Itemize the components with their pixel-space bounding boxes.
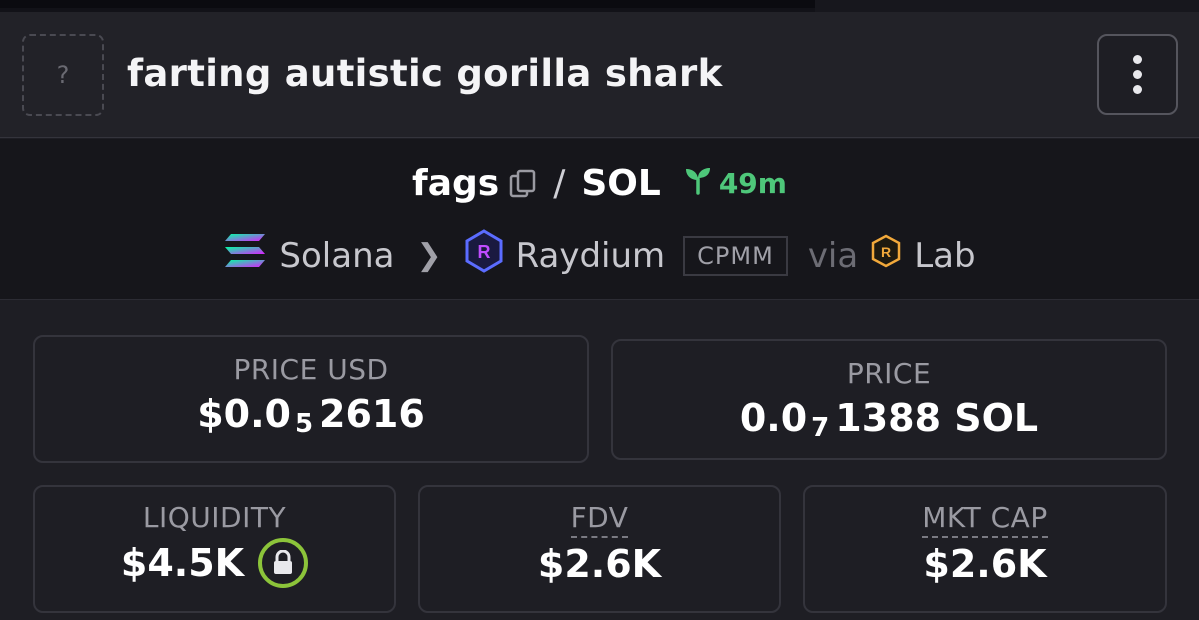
price-usd-card: PRICE USD $0.0 5 2616 [33, 335, 589, 463]
chain-name[interactable]: Solana [279, 236, 394, 276]
price-usd-digits: 2616 [319, 392, 425, 436]
liquidity-label: LIQUIDITY [142, 501, 287, 534]
pool-type-badge: CPMM [683, 235, 788, 276]
more-options-button[interactable] [1097, 34, 1178, 115]
token-avatar-placeholder[interactable]: ? [22, 34, 104, 116]
price-usd-prefix: $0.0 [197, 392, 291, 436]
pair-separator: / [553, 163, 566, 204]
copy-icon[interactable] [509, 168, 537, 200]
mkt-cap-value: $2.6K [923, 542, 1047, 586]
pair-info: fags / SOL 49m Solana ❯ R Raydium CPMM v… [0, 139, 1199, 300]
top-edge-dark-segment [0, 0, 815, 8]
avatar-placeholder-text: ? [56, 61, 70, 89]
pair-age-text: 49m [718, 167, 787, 200]
liquidity-value: $4.5K [120, 541, 245, 585]
price-native-value: 0.0 7 1388 SOL [613, 396, 1165, 443]
svg-text:R: R [477, 242, 490, 262]
via-label: via [807, 235, 859, 276]
chain-line: Solana ❯ R Raydium CPMM via R Lab [0, 229, 1199, 282]
token-name: farting autistic gorilla shark [127, 52, 723, 95]
mkt-cap-label-wrap[interactable]: MKT CAP [805, 501, 1165, 538]
chevron-right-icon: ❯ [416, 238, 442, 273]
fdv-label: FDV [570, 501, 629, 538]
price-usd-zero-count: 5 [294, 409, 314, 439]
sprout-icon [683, 165, 713, 202]
price-usd-value: $0.0 5 2616 [35, 392, 587, 439]
quote-symbol: SOL [581, 163, 661, 204]
price-native-digits: 1388 SOL [835, 396, 1039, 440]
fdv-label-wrap[interactable]: FDV [420, 501, 779, 538]
price-usd-label: PRICE USD [233, 353, 389, 386]
more-vertical-icon [1133, 55, 1142, 64]
raydium-logo-icon: R [464, 229, 504, 282]
liquidity-card: LIQUIDITY $4.5K [33, 485, 396, 613]
svg-text:R: R [881, 244, 891, 260]
mkt-cap-card: MKT CAP $2.6K [803, 485, 1167, 613]
top-edge-bar [0, 0, 1199, 12]
price-native-prefix: 0.0 [739, 396, 808, 440]
lock-icon[interactable] [258, 538, 309, 588]
launchpad-name[interactable]: Lab [914, 236, 975, 276]
price-native-card: PRICE 0.0 7 1388 SOL [611, 339, 1167, 460]
price-native-label: PRICE [846, 357, 932, 390]
price-native-zero-count: 7 [811, 413, 830, 443]
mkt-cap-label: MKT CAP [922, 501, 1048, 538]
liquidity-value-row: $4.5K [35, 538, 394, 588]
more-vertical-icon-dot [1133, 70, 1142, 79]
solana-logo-icon [223, 232, 267, 279]
lab-logo-icon: R [870, 234, 902, 277]
more-vertical-icon-dot [1133, 85, 1142, 94]
top-edge-right-segment [815, 0, 1199, 12]
fdv-value: $2.6K [537, 542, 662, 586]
pair-line: fags / SOL 49m [0, 163, 1199, 204]
fdv-card: FDV $2.6K [418, 485, 781, 613]
token-header: ? farting autistic gorilla shark [0, 12, 1199, 138]
pair-age: 49m [683, 165, 787, 202]
dex-name[interactable]: Raydium [516, 236, 666, 276]
base-symbol: fags [412, 163, 500, 204]
